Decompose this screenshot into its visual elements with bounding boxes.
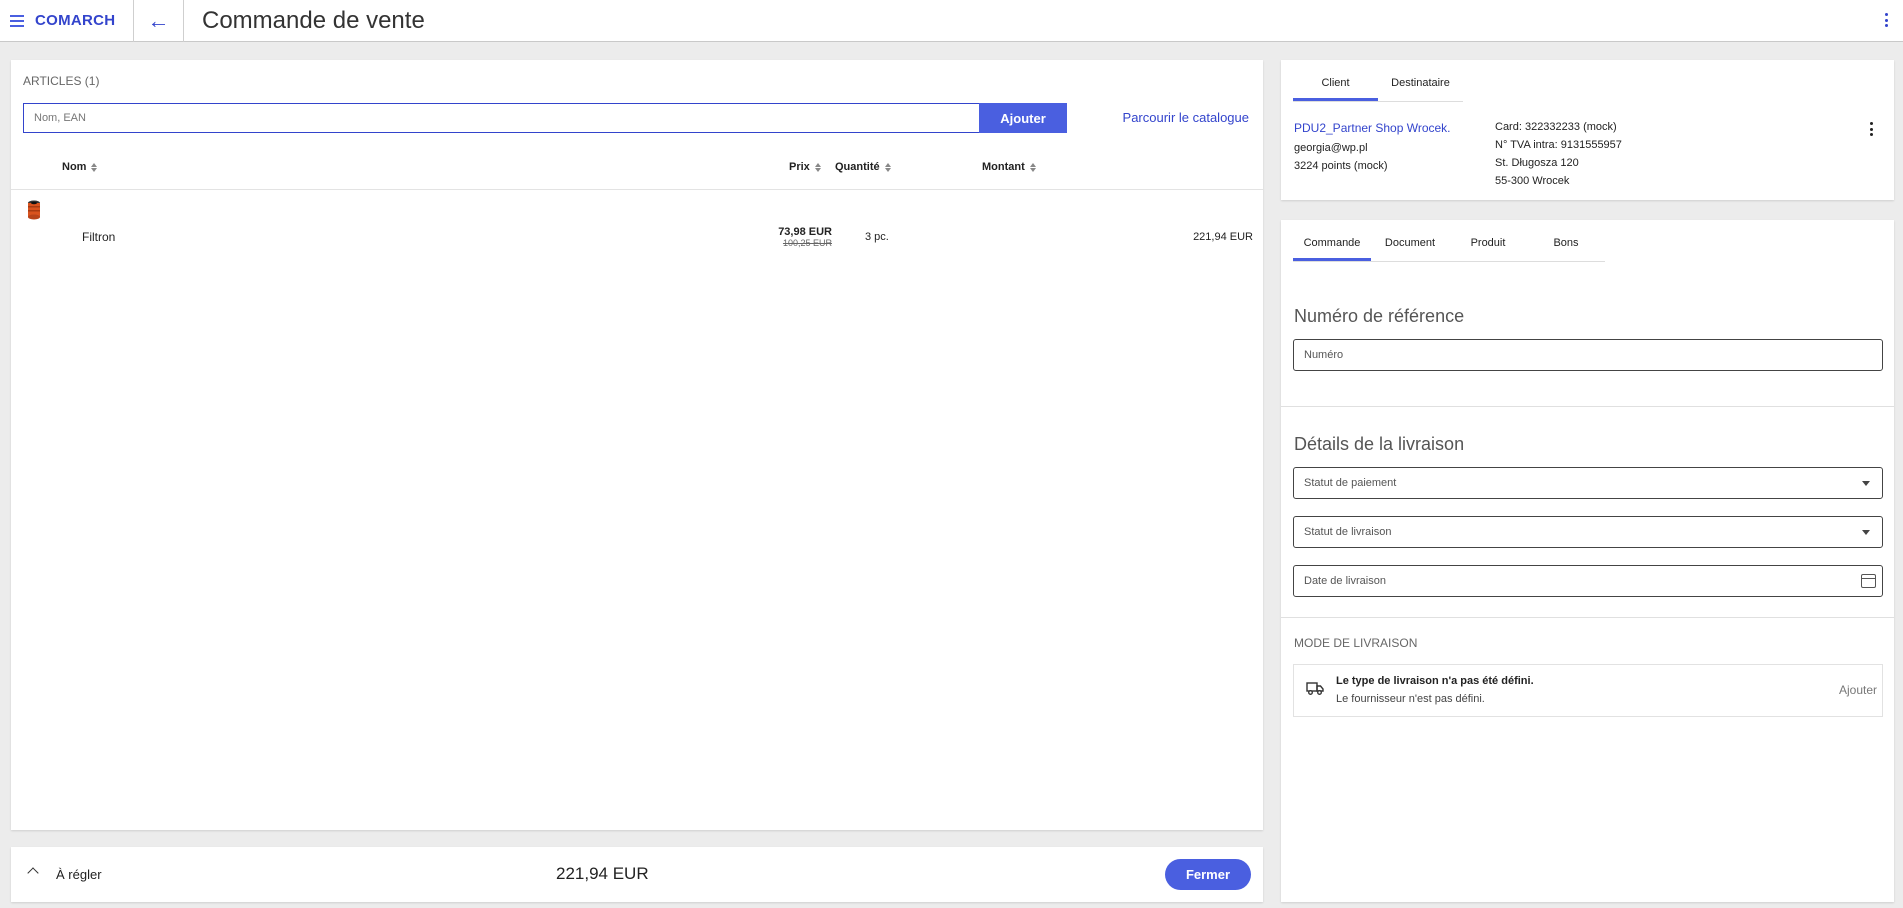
delivery-type-subtitle: Le fournisseur n'est pas défini.	[1336, 693, 1485, 705]
add-delivery-button[interactable]: Ajouter	[1839, 683, 1877, 697]
delivery-mode-box: Le type de livraison n'a pas été défini.…	[1293, 664, 1883, 717]
chevron-up-icon[interactable]	[27, 867, 39, 879]
column-header-name-label: Nom	[62, 161, 87, 173]
back-arrow-icon[interactable]: ←	[134, 0, 184, 42]
delivery-status-select[interactable]: Statut de livraison	[1293, 516, 1883, 548]
tab-client[interactable]: Client	[1293, 68, 1378, 101]
client-email: georgia@wp.pl	[1294, 142, 1368, 154]
client-card: Card: 322332233 (mock)	[1495, 121, 1617, 133]
delivery-type-title: Le type de livraison n'a pas été défini.	[1336, 675, 1534, 687]
tab-recipient[interactable]: Destinataire	[1378, 68, 1463, 101]
section-divider	[1281, 617, 1894, 618]
page-title: Commande de vente	[202, 6, 425, 34]
delivery-status-label: Statut de livraison	[1304, 526, 1392, 538]
column-header-price-label: Prix	[789, 161, 810, 173]
delivery-date-label: Date de livraison	[1304, 575, 1386, 587]
add-article-button[interactable]: Ajouter	[979, 103, 1067, 133]
tab-document[interactable]: Document	[1371, 228, 1449, 261]
section-divider	[1281, 406, 1894, 407]
more-vert-icon[interactable]	[1870, 122, 1874, 136]
browse-catalog-link[interactable]: Parcourir le catalogue	[1123, 110, 1249, 125]
reference-input[interactable]: Numéro	[1293, 339, 1883, 371]
table-divider	[11, 189, 1263, 190]
client-panel: Client Destinataire PDU2_Partner Shop Wr…	[1281, 60, 1894, 200]
client-street: St. Długosza 120	[1495, 157, 1579, 169]
delivery-details-title: Détails de la livraison	[1294, 434, 1465, 454]
order-tabs: Commande Document Produit Bons	[1293, 228, 1605, 262]
logo: COMARCH	[35, 12, 116, 29]
product-amount: 221,94 EUR	[1193, 231, 1253, 243]
order-panel: Commande Document Produit Bons Numéro de…	[1281, 220, 1894, 902]
articles-panel: ARTICLES (1) Ajouter Parcourir le catalo…	[11, 60, 1263, 830]
search-input[interactable]	[23, 103, 984, 133]
column-header-quantity[interactable]: Quantité	[835, 161, 891, 173]
column-header-quantity-label: Quantité	[835, 161, 880, 173]
tab-product[interactable]: Produit	[1449, 228, 1527, 261]
close-button[interactable]: Fermer	[1165, 859, 1251, 890]
dropdown-caret-icon	[1862, 530, 1870, 535]
sort-icon[interactable]	[91, 162, 98, 172]
column-header-price[interactable]: Prix	[789, 161, 821, 173]
column-header-name[interactable]: Nom	[62, 161, 98, 173]
column-header-amount-label: Montant	[982, 161, 1025, 173]
top-bar: COMARCH ← Commande de vente	[0, 0, 1903, 42]
total-amount: 221,94 EUR	[556, 864, 649, 883]
more-vert-icon[interactable]	[1885, 13, 1889, 27]
summary-bar: À régler 221,94 EUR Fermer	[11, 847, 1263, 902]
payment-status-label: Statut de paiement	[1304, 477, 1397, 489]
product-name[interactable]: Filtron	[82, 230, 115, 244]
reference-title: Numéro de référence	[1294, 306, 1465, 326]
delivery-mode-caption: MODE DE LIVRAISON	[1294, 636, 1418, 650]
truck-icon	[1306, 682, 1324, 695]
menu-icon[interactable]	[10, 14, 24, 27]
product-old-price: 100,25 EUR	[782, 238, 832, 248]
to-pay-label: À régler	[56, 867, 102, 882]
sort-icon[interactable]	[1029, 162, 1036, 172]
sort-icon[interactable]	[814, 162, 821, 172]
calendar-icon[interactable]	[1861, 574, 1876, 588]
brand: COMARCH	[0, 0, 134, 42]
product-thumbnail	[28, 200, 40, 220]
column-header-amount[interactable]: Montant	[982, 161, 1036, 173]
client-vat: N° TVA intra: 9131555957	[1495, 139, 1622, 151]
product-quantity[interactable]: 3 pc.	[865, 231, 889, 243]
client-city: 55-300 Wrocek	[1495, 175, 1570, 187]
delivery-date-field[interactable]: Date de livraison	[1293, 565, 1883, 597]
client-name-link[interactable]: PDU2_Partner Shop Wrocek.	[1294, 121, 1451, 135]
tab-vouchers[interactable]: Bons	[1527, 228, 1605, 261]
client-points: 3224 points (mock)	[1294, 160, 1388, 172]
dropdown-caret-icon	[1862, 481, 1870, 486]
articles-caption: ARTICLES (1)	[23, 74, 100, 88]
product-price: 73,98 EUR	[778, 226, 832, 238]
payment-status-select[interactable]: Statut de paiement	[1293, 467, 1883, 499]
client-tabs: Client Destinataire	[1293, 68, 1463, 102]
tab-order[interactable]: Commande	[1293, 228, 1371, 261]
sort-icon[interactable]	[884, 162, 891, 172]
